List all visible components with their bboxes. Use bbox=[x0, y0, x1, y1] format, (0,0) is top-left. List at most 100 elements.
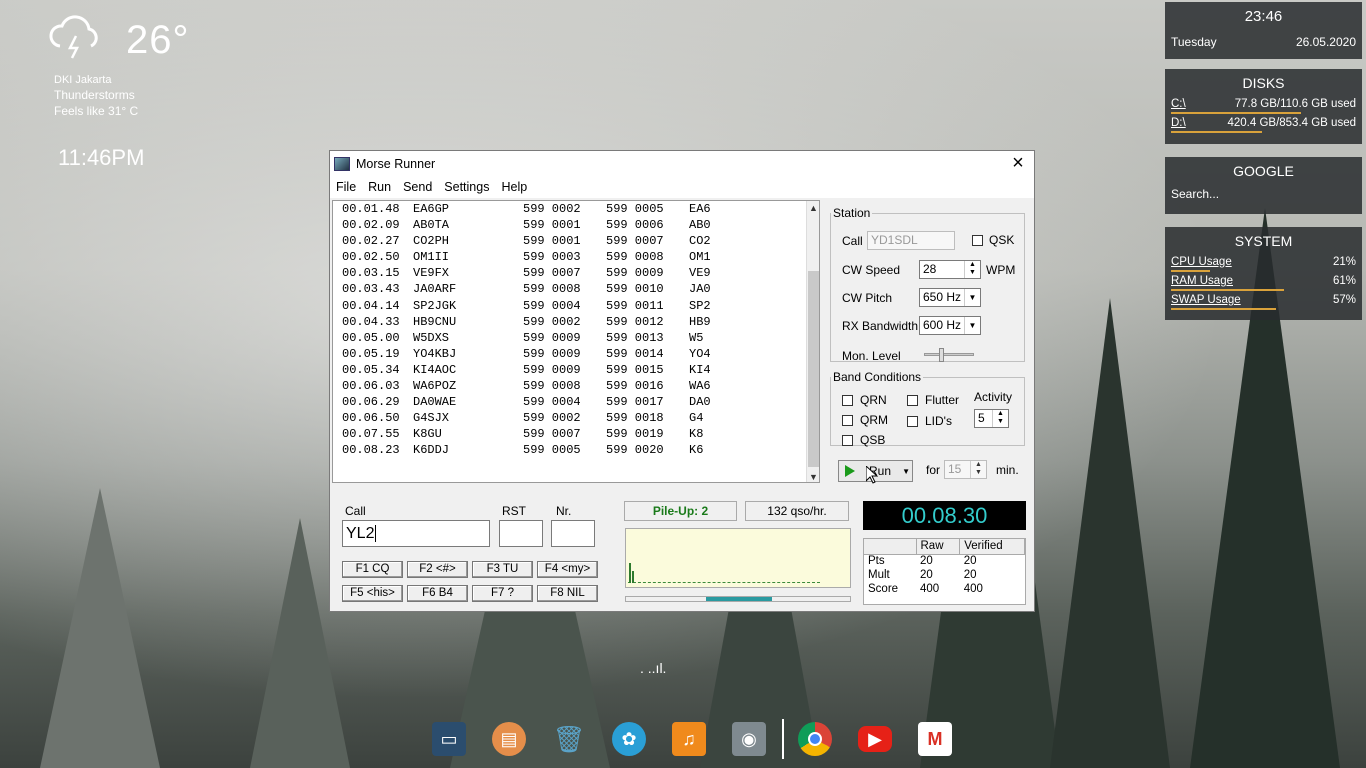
log-row[interactable]: 00.06.29 DA0WAE 599 0004 599 0017 DA0 bbox=[333, 394, 819, 410]
spin-updown-icon[interactable]: ▲ ▼ bbox=[964, 261, 980, 278]
chevron-down-icon[interactable]: ▼ bbox=[964, 317, 980, 334]
log-row[interactable]: 00.07.55 K8GU 599 0007 599 0019 K8 bbox=[333, 426, 819, 442]
qrn-checkbox[interactable] bbox=[842, 395, 853, 406]
qrm-checkbox[interactable] bbox=[842, 415, 853, 426]
log-row[interactable]: 00.01.48 EA6GP 599 0002 599 0005 EA6 bbox=[333, 201, 819, 217]
f7-button[interactable]: F7 ? bbox=[472, 585, 533, 602]
log-cell: JA0 bbox=[689, 282, 711, 297]
score-row-label: Score bbox=[868, 583, 899, 595]
entry-nr-input[interactable] bbox=[551, 520, 595, 547]
log-row[interactable]: 00.02.27 CO2PH 599 0001 599 0007 CO2 bbox=[333, 233, 819, 249]
weather-feels-like: Feels like 31° C bbox=[54, 104, 139, 118]
desktop-clock: 11:46PM bbox=[58, 145, 145, 170]
entry-call-input[interactable]: YL2 bbox=[342, 520, 490, 547]
disk-row-c[interactable]: C:\ 77.8 GB/110.6 GB used bbox=[1165, 95, 1362, 114]
scroll-down-icon[interactable]: ▼ bbox=[809, 472, 818, 482]
log-cell: 00.01.48 bbox=[342, 202, 400, 216]
cw-speed-value: 28 bbox=[923, 262, 937, 276]
trash-icon[interactable]: 🗑 bbox=[552, 722, 586, 756]
entry-rst-input[interactable] bbox=[499, 520, 543, 547]
rx-bandwidth-select[interactable]: 600 Hz ▼ bbox=[919, 316, 981, 335]
qso-log[interactable]: 00.01.48 EA6GP 599 0002 599 0005 EA6 00.02.09… bbox=[332, 200, 820, 483]
window-title: Morse Runner bbox=[356, 156, 436, 171]
f6-b4-button[interactable]: F6 B4 bbox=[407, 585, 468, 602]
menu-run[interactable]: Run bbox=[362, 180, 397, 194]
run-minutes-input[interactable]: 15 ▲ ▼ bbox=[944, 460, 987, 479]
desktop-icon[interactable]: ▭ bbox=[432, 722, 466, 756]
music-icon[interactable]: ♫ bbox=[672, 722, 706, 756]
chrome-icon[interactable] bbox=[798, 722, 832, 756]
menu-settings[interactable]: Settings bbox=[438, 180, 495, 194]
station-call-input[interactable]: YD1SDL bbox=[867, 231, 955, 250]
log-cell: 599 0008 bbox=[523, 282, 581, 297]
qsk-checkbox[interactable] bbox=[972, 235, 983, 246]
notes-icon[interactable]: ▤ bbox=[492, 722, 526, 756]
log-cell: 599 0009 bbox=[523, 362, 581, 377]
gmail-icon[interactable]: M bbox=[918, 722, 952, 756]
log-row[interactable]: 00.02.09 AB0TA 599 0001 599 0006 AB0 bbox=[333, 217, 819, 233]
disks-title: DISKS bbox=[1242, 75, 1285, 91]
f5-his-button[interactable]: F5 <his> bbox=[342, 585, 403, 602]
f4-my-button[interactable]: F4 <my> bbox=[537, 561, 598, 578]
menu-send[interactable]: Send bbox=[397, 180, 438, 194]
log-cell: 599 0009 bbox=[523, 346, 581, 361]
f1-cq-button[interactable]: F1 CQ bbox=[342, 561, 403, 578]
play-icon bbox=[845, 465, 855, 477]
log-cell: 599 0002 bbox=[523, 314, 581, 329]
log-row[interactable]: 00.05.19 YO4KBJ 599 0009 599 0014 YO4 bbox=[333, 346, 819, 362]
f3-tu-button[interactable]: F3 TU bbox=[472, 561, 533, 578]
lids-checkbox[interactable] bbox=[907, 416, 918, 427]
qsk-label: QSK bbox=[989, 233, 1015, 247]
close-icon[interactable]: × bbox=[1008, 153, 1028, 173]
f8-nil-button[interactable]: F8 NIL bbox=[537, 585, 598, 602]
log-cell: YO4 bbox=[689, 346, 711, 361]
menu-help[interactable]: Help bbox=[495, 180, 533, 194]
mon-level-slider[interactable] bbox=[924, 348, 974, 362]
settings-icon[interactable]: ✿ bbox=[612, 722, 646, 756]
log-row[interactable]: 00.03.43 JA0ARF 599 0008 599 0010 JA0 bbox=[333, 281, 819, 297]
spin-updown-icon[interactable]: ▲ ▼ bbox=[992, 410, 1008, 427]
log-cell: EA6GP bbox=[413, 202, 450, 216]
log-cell: 599 0016 bbox=[606, 379, 664, 394]
log-cell: 599 0015 bbox=[606, 362, 664, 377]
qrn-label: QRN bbox=[860, 393, 887, 407]
entry-rst-label: RST bbox=[502, 504, 526, 518]
cw-pitch-select[interactable]: 650 Hz ▼ bbox=[919, 288, 981, 307]
title-bar[interactable]: Morse Runner × bbox=[330, 151, 1034, 176]
flutter-checkbox[interactable] bbox=[907, 395, 918, 406]
chevron-down-icon[interactable]: ▼ bbox=[902, 467, 910, 476]
camera-icon[interactable]: ◉ bbox=[732, 722, 766, 756]
qsb-checkbox[interactable] bbox=[842, 435, 853, 446]
log-row[interactable]: 00.08.23 K6DDJ 599 0005 599 0020 K6 bbox=[333, 442, 819, 458]
google-search-input[interactable]: Search... bbox=[1165, 183, 1362, 205]
disk-row-d[interactable]: D:\ 420.4 GB/853.4 GB used bbox=[1165, 114, 1362, 133]
transmit-progress bbox=[625, 596, 851, 602]
log-cell: 599 0014 bbox=[606, 346, 664, 361]
log-row[interactable]: 00.05.34 KI4AOC 599 0009 599 0015 KI4 bbox=[333, 362, 819, 378]
log-row[interactable]: 00.06.03 WA6POZ 599 0008 599 0016 WA6 bbox=[333, 378, 819, 394]
activity-input[interactable]: 5 ▲ ▼ bbox=[974, 409, 1009, 428]
scroll-up-icon[interactable]: ▲ bbox=[809, 203, 818, 213]
log-cell: EA6 bbox=[689, 202, 711, 216]
log-row[interactable]: 00.06.50 G4SJX 599 0002 599 0018 G4 bbox=[333, 410, 819, 426]
taskbar-separator bbox=[782, 719, 784, 759]
spin-updown-icon[interactable]: ▲ ▼ bbox=[970, 461, 986, 478]
run-for-label: for bbox=[926, 463, 941, 477]
log-row[interactable]: 00.05.00 W5DXS 599 0009 599 0013 W5 bbox=[333, 330, 819, 346]
menu-file[interactable]: File bbox=[330, 180, 362, 194]
log-row[interactable]: 00.04.33 HB9CNU 599 0002 599 0012 HB9 bbox=[333, 314, 819, 330]
chevron-down-icon[interactable]: ▼ bbox=[964, 289, 980, 306]
log-scrollbar[interactable]: ▲ ▼ bbox=[806, 201, 819, 482]
scrollbar-thumb[interactable] bbox=[808, 271, 819, 467]
system-row-cpu: CPU Usage 21% bbox=[1165, 253, 1362, 272]
disk-label: C:\ bbox=[1171, 98, 1186, 110]
log-cell: 599 0001 bbox=[523, 234, 581, 249]
log-cell: AB0TA bbox=[413, 218, 450, 233]
f2-button[interactable]: F2 <#> bbox=[407, 561, 468, 578]
log-row[interactable]: 00.03.15 VE9FX 599 0007 599 0009 VE9 bbox=[333, 265, 819, 281]
youtube-icon[interactable]: ▶ bbox=[858, 726, 892, 752]
log-row[interactable]: 00.02.50 OM1II 599 0003 599 0008 OM1 bbox=[333, 249, 819, 265]
log-row[interactable]: 00.04.14 SP2JGK 599 0004 599 0011 SP2 bbox=[333, 298, 819, 314]
slider-handle[interactable] bbox=[939, 348, 944, 362]
cw-speed-input[interactable]: 28 ▲ ▼ bbox=[919, 260, 981, 279]
